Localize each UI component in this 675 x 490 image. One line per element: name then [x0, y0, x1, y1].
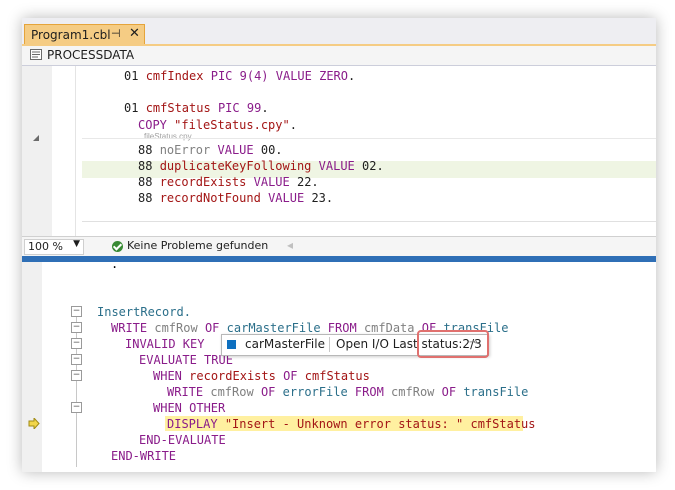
paragraph-icon [30, 49, 42, 60]
pane2-gutter [22, 262, 42, 472]
cond-line-noerror: 88 noError VALUE 00. [138, 143, 283, 157]
close-icon[interactable]: ✕ [129, 26, 140, 41]
cond-line-recordexists: 88 recordExists VALUE 22. [138, 175, 319, 189]
code-line-copy: COPY "fileStatus.cpy". [138, 118, 297, 132]
datatip-name: carMasterFile [245, 337, 325, 351]
code-line-cmfstatus: 01 cmfStatus PIC 99. [124, 101, 269, 115]
fold-toggle-write[interactable]: − [71, 322, 82, 333]
execution-pointer-icon [28, 418, 40, 429]
cond-line-recordnotfound: 88 recordNotFound VALUE 23. [138, 191, 334, 205]
pin-icon[interactable]: ⊣ [111, 27, 121, 40]
paragraph-insertrecord: InsertRecord. [97, 305, 191, 319]
top-editor-pane[interactable]: 01 cmfIndex PIC 9(4) VALUE ZERO. 01 cmfS… [22, 66, 656, 236]
pane1-gutter [22, 66, 52, 236]
code-dot: . [111, 262, 119, 271]
code-line-display: DISPLAY "Insert - Unknown error status: … [167, 417, 536, 431]
datatip-separator [329, 337, 330, 352]
chevron-down-icon: ▼ [73, 239, 80, 249]
code-line-end-evaluate: END-EVALUATE [139, 433, 226, 447]
problems-status[interactable]: Keine Probleme gefunden [127, 239, 268, 252]
copybook-separator [82, 138, 656, 139]
fold-toggle-when-other[interactable]: − [71, 402, 82, 413]
code-line-cmfindex: 01 cmfIndex PIC 9(4) VALUE ZERO. [124, 69, 356, 83]
tab-label: Program1.cbl [31, 28, 111, 42]
code-line-write-error: WRITE cmfRow OF errorFile FROM cmfRow OF… [167, 385, 529, 399]
copybook-hint: fileStatus.cpy [144, 132, 192, 141]
file-icon [227, 340, 236, 349]
code-line-evaluate: EVALUATE TRUE [139, 353, 233, 367]
code-line-end-write: END-WRITE [111, 449, 177, 463]
zoom-select[interactable]: 100 % ▼ [24, 239, 84, 255]
code-line-invalid-key: INVALID KEY [125, 337, 205, 351]
tab-strip: Program1.cbl ⊣ ✕ [22, 18, 656, 45]
editor-status-bar: 100 % ▼ Keine Probleme gefunden ◂ [22, 236, 656, 257]
cond-line-duplicate: 88 duplicateKeyFollowing VALUE 02. [138, 159, 384, 173]
navigation-bar[interactable]: PROCESSDATA [22, 46, 656, 66]
zoom-value: 100 % [28, 240, 63, 253]
collapse-arrow-icon[interactable] [32, 134, 40, 142]
editor-window: Program1.cbl ⊣ ✕ PROCESSDATA 01 cmfIndex… [22, 18, 656, 472]
nav-label: PROCESSDATA [47, 48, 135, 62]
fold-toggle-when[interactable]: − [71, 370, 82, 381]
code-line-when-exists: WHEN recordExists OF cmfStatus [153, 369, 370, 383]
fold-toggle-evaluate[interactable]: − [71, 354, 82, 365]
fold-toggle-invalid[interactable]: − [71, 338, 82, 349]
code-line-when-other: WHEN OTHER [153, 401, 226, 415]
tab-program1[interactable]: Program1.cbl ⊣ ✕ [24, 24, 145, 45]
callout-highlight [417, 330, 489, 358]
bottom-editor-pane[interactable]: . − − − − − − InsertRecord. WRITE cmfRow… [22, 262, 656, 472]
margin-line [75, 66, 76, 236]
check-icon [112, 241, 123, 252]
fold-toggle-para[interactable]: − [71, 306, 82, 317]
copybook-end-separator [82, 221, 656, 222]
scroll-left-icon[interactable]: ◂ [287, 238, 293, 252]
